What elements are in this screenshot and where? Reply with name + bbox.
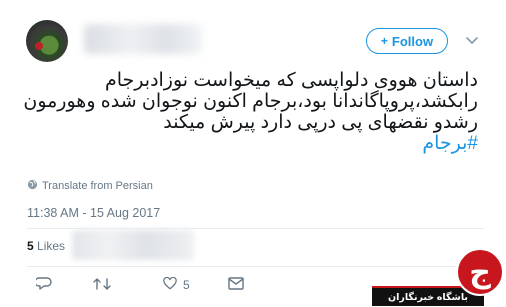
tweet-timestamp[interactable]: 11:38 AM - 15 Aug 2017 bbox=[27, 206, 160, 220]
avatar[interactable] bbox=[26, 20, 68, 62]
tweet-line: رشدو نقضهای پی درپی دارد پیرش میکند bbox=[163, 112, 478, 133]
news-agency-watermark: باشگاه خبرنگاران ج bbox=[372, 248, 506, 307]
likes-label: Likes bbox=[37, 239, 66, 253]
translate-link[interactable]: Translate from Persian bbox=[27, 179, 153, 193]
likes-count: 5 bbox=[27, 239, 34, 253]
globe-icon bbox=[27, 179, 38, 193]
direct-message-button[interactable] bbox=[228, 277, 244, 293]
reply-icon bbox=[34, 277, 52, 294]
tweet-line: داستان هووی دلواپسی که میخواست نوزادبرجا… bbox=[105, 70, 478, 91]
like-icon bbox=[163, 276, 177, 293]
plus-icon: + bbox=[380, 34, 388, 48]
avatar-rose bbox=[35, 42, 43, 50]
like-count: 5 bbox=[183, 278, 190, 292]
hashtag-link[interactable]: #برجام bbox=[422, 133, 478, 154]
divider bbox=[27, 228, 484, 229]
likes-stat[interactable]: 5 Likes bbox=[27, 239, 65, 253]
watermark-logo: ج bbox=[456, 248, 504, 296]
retweet-button[interactable] bbox=[93, 277, 111, 294]
redacted-likers bbox=[72, 230, 194, 260]
retweet-icon bbox=[93, 277, 111, 294]
chevron-down-icon[interactable] bbox=[463, 34, 481, 48]
like-button[interactable]: 5 bbox=[163, 276, 190, 293]
message-icon bbox=[228, 277, 244, 293]
tweet-line: رابکشد،پروپاگاندانا بود،برجام اکنون نوجو… bbox=[23, 91, 478, 112]
reply-button[interactable] bbox=[34, 277, 52, 294]
tweet-text: داستان هووی دلواپسی که میخواست نوزادبرجا… bbox=[23, 70, 478, 154]
translate-label: Translate from Persian bbox=[42, 180, 153, 192]
follow-label: Follow bbox=[391, 33, 434, 49]
follow-button[interactable]: + Follow bbox=[366, 28, 448, 54]
redacted-user-name bbox=[84, 24, 202, 54]
